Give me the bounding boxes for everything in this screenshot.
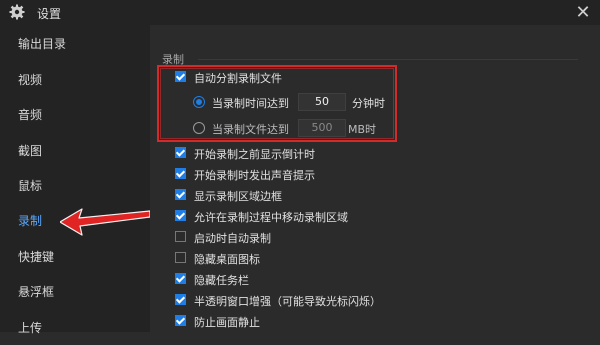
option-checkbox-sound[interactable]: [175, 168, 186, 179]
option-label-area-border: 显示录制区域边框: [194, 190, 282, 203]
auto-split-checkbox[interactable]: [175, 71, 186, 82]
option-checkbox-auto-record[interactable]: [175, 231, 186, 242]
split-size-unit: MB时: [348, 123, 377, 136]
sidebar-item-hotkeys[interactable]: 快捷键: [0, 240, 150, 274]
option-checkbox-translucent[interactable]: [175, 294, 186, 305]
option-checkbox-countdown[interactable]: [175, 147, 186, 158]
split-time-input[interactable]: 50: [298, 93, 346, 111]
section-divider: [198, 59, 578, 60]
option-label-hide-taskbar: 隐藏任务栏: [194, 274, 249, 287]
close-button[interactable]: ✕: [574, 1, 592, 23]
split-by-size-label: 当录制文件达到: [212, 123, 289, 136]
option-checkbox-hide-taskbar[interactable]: [175, 273, 186, 284]
split-by-size-radio[interactable]: [193, 122, 205, 134]
sidebar-item-floating-box[interactable]: 悬浮框: [0, 275, 150, 309]
option-label-auto-record: 启动时自动录制: [194, 232, 271, 245]
option-checkbox-move-area[interactable]: [175, 210, 186, 221]
option-label-countdown: 开始录制之前显示倒计时: [194, 148, 315, 161]
option-label-sound: 开始录制时发出声音提示: [194, 169, 315, 182]
red-arrow-annotation: [60, 208, 151, 236]
option-label-translucent: 半透明窗口增强（可能导致光标闪烁）: [194, 295, 381, 308]
window-title: 设置: [37, 7, 62, 21]
sidebar-item-audio[interactable]: 音频: [0, 98, 150, 132]
sidebar-item-mouse[interactable]: 鼠标: [0, 169, 150, 203]
split-by-time-radio[interactable]: [193, 96, 205, 108]
option-label-prevent-static: 防止画面静止: [194, 316, 260, 329]
title-bar: 设置 ✕: [0, 0, 600, 25]
split-time-unit: 分钟时: [352, 97, 385, 110]
sidebar-item-output-dir[interactable]: 输出目录: [0, 27, 150, 61]
auto-split-label: 自动分割录制文件: [194, 72, 282, 85]
split-size-input[interactable]: 500: [298, 119, 346, 137]
sidebar-item-upload[interactable]: 上传: [0, 311, 150, 345]
option-checkbox-prevent-static[interactable]: [175, 315, 186, 326]
section-title: 录制: [162, 53, 184, 66]
settings-panel: 录制 自动分割录制文件 当录制时间达到 50 分钟时 当录制文件达到 500 M…: [150, 25, 600, 332]
sidebar: 输出目录 视频 音频 截图 鼠标 录制 快捷键 悬浮框 上传: [0, 25, 150, 335]
sidebar-item-screenshot[interactable]: 截图: [0, 134, 150, 168]
option-checkbox-hide-desktop-icons[interactable]: [175, 252, 186, 263]
option-checkbox-area-border[interactable]: [175, 189, 186, 200]
gear-icon: [9, 4, 25, 20]
option-label-move-area: 允许在录制过程中移动录制区域: [194, 211, 348, 224]
sidebar-item-video[interactable]: 视频: [0, 63, 150, 97]
option-label-hide-desktop-icons: 隐藏桌面图标: [194, 253, 260, 266]
close-icon: ✕: [575, 1, 591, 23]
split-by-time-label: 当录制时间达到: [212, 97, 289, 110]
